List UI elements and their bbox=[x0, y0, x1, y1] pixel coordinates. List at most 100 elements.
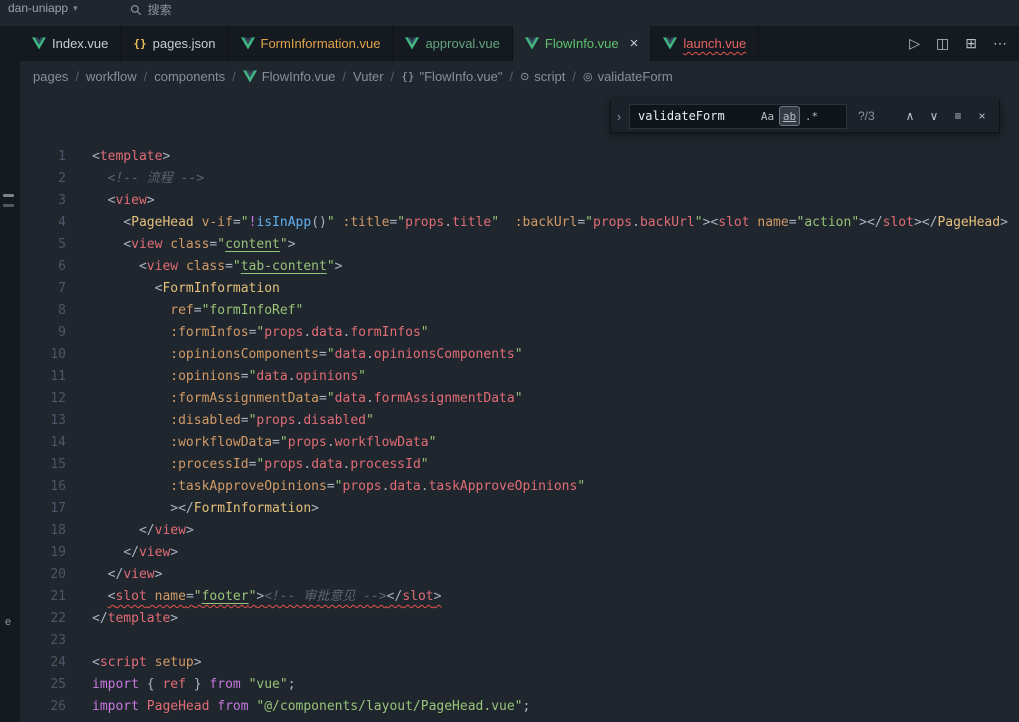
find-in-selection-button[interactable]: ≡ bbox=[947, 105, 969, 127]
line-number: 9 bbox=[20, 322, 66, 344]
tab-FlowInfo.vue[interactable]: FlowInfo.vue× bbox=[513, 26, 651, 61]
find-results-count: ?/3 bbox=[858, 109, 886, 123]
line-number: 18 bbox=[20, 520, 66, 542]
line-number: 6 bbox=[20, 256, 66, 278]
title-bar: dan-uniapp ▾ 搜索 bbox=[0, 0, 1019, 26]
tab-FormInformation.vue[interactable]: FormInformation.vue bbox=[229, 26, 394, 61]
breadcrumb-label: workflow bbox=[86, 69, 137, 84]
tab-close-icon[interactable]: × bbox=[630, 36, 639, 51]
editor-layout-icon[interactable]: ⊞ bbox=[965, 35, 977, 52]
find-input-box: Aa ab .* bbox=[629, 104, 847, 129]
line-content: <view class="tab-content"> bbox=[92, 256, 342, 278]
breadcrumb-separator: / bbox=[572, 69, 576, 84]
symbol-symbol-icon: ⊙ bbox=[520, 70, 529, 83]
code-area[interactable]: 1<template>2 <!-- 流程 -->3 <view>4 <PageH… bbox=[20, 92, 1019, 718]
code-line: 5 <view class="content"> bbox=[20, 234, 1019, 256]
tab-label: pages.json bbox=[153, 36, 216, 51]
breadcrumb-item-workflow[interactable]: workflow bbox=[86, 69, 137, 84]
line-content: import PageHead from "@/components/layou… bbox=[92, 696, 530, 718]
search-label: 搜索 bbox=[148, 1, 172, 18]
line-number: 2 bbox=[20, 168, 66, 190]
code-line: 20 </view> bbox=[20, 564, 1019, 586]
code-line: 8 ref="formInfoRef" bbox=[20, 300, 1019, 322]
chevron-down-icon: ▾ bbox=[73, 3, 78, 14]
line-number: 11 bbox=[20, 366, 66, 388]
tab-launch.vue[interactable]: launch.vue bbox=[651, 26, 759, 61]
code-line: 26 import PageHead from "@/components/lay… bbox=[20, 696, 1019, 718]
editor[interactable]: › Aa ab .* ?/3 ∧ ∨ ≡ × 1<template>2 <!--… bbox=[20, 92, 1019, 722]
find-next-button[interactable]: ∨ bbox=[923, 105, 945, 127]
code-line: 2 <!-- 流程 --> bbox=[20, 168, 1019, 190]
line-content: :processId="props.data.processId" bbox=[92, 454, 429, 476]
tab-label: approval.vue bbox=[425, 36, 499, 51]
breadcrumb-label: script bbox=[534, 69, 565, 84]
line-content: </view> bbox=[92, 542, 178, 564]
vue-icon bbox=[663, 37, 677, 50]
line-number: 14 bbox=[20, 432, 66, 454]
breadcrumb-label: Vuter bbox=[353, 69, 384, 84]
breadcrumb-item-validateForm[interactable]: ◎validateForm bbox=[583, 69, 673, 84]
find-previous-button[interactable]: ∧ bbox=[899, 105, 921, 127]
tabs: Index.vue{}pages.json FormInformation.vue… bbox=[20, 26, 759, 61]
run-icon[interactable]: ▷ bbox=[909, 35, 920, 52]
code-line: 13 :disabled="props.disabled" bbox=[20, 410, 1019, 432]
breadcrumb-label: FlowInfo.vue bbox=[262, 69, 336, 84]
code-line: 11 :opinions="data.opinions" bbox=[20, 366, 1019, 388]
line-number: 7 bbox=[20, 278, 66, 300]
line-content: <slot name="footer"><!-- 审批意见 --></slot> bbox=[92, 586, 441, 608]
split-editor-icon[interactable]: ◫ bbox=[936, 35, 949, 52]
line-number: 13 bbox=[20, 410, 66, 432]
code-line: 22</template> bbox=[20, 608, 1019, 630]
more-actions-icon[interactable]: ⋯ bbox=[993, 35, 1007, 52]
breadcrumb-item-Vuter[interactable]: Vuter bbox=[353, 69, 384, 84]
tab-pages.json[interactable]: {}pages.json bbox=[121, 26, 228, 61]
line-content: :taskApproveOpinions="props.data.taskApp… bbox=[92, 476, 585, 498]
find-close-button[interactable]: × bbox=[971, 105, 993, 127]
line-content: <PageHead v-if="!isInApp()" :title="prop… bbox=[92, 212, 1008, 234]
code-line: 25import { ref } from "vue"; bbox=[20, 674, 1019, 696]
breadcrumb-item-pages[interactable]: pages bbox=[33, 69, 68, 84]
line-content: :workflowData="props.workflowData" bbox=[92, 432, 436, 454]
line-number: 21 bbox=[20, 586, 66, 608]
breadcrumb-separator: / bbox=[232, 69, 236, 84]
find-expand-toggle[interactable]: › bbox=[611, 100, 627, 132]
tab-actions: ▷ ◫ ⊞ ⋯ bbox=[897, 26, 1019, 61]
find-query-input[interactable] bbox=[638, 109, 756, 123]
tab-label: FormInformation.vue bbox=[261, 36, 381, 51]
line-content: </template> bbox=[92, 608, 178, 630]
line-number: 23 bbox=[20, 630, 66, 652]
line-number: 1 bbox=[20, 146, 66, 168]
find-widget: › Aa ab .* ?/3 ∧ ∨ ≡ × bbox=[610, 100, 1000, 133]
code-line: 21 <slot name="footer"><!-- 审批意见 --></sl… bbox=[20, 586, 1019, 608]
strip-mark bbox=[3, 204, 14, 207]
line-number: 5 bbox=[20, 234, 66, 256]
line-content: :opinionsComponents="data.opinionsCompon… bbox=[92, 344, 523, 366]
regex-button[interactable]: .* bbox=[801, 106, 822, 126]
tab-Index.vue[interactable]: Index.vue bbox=[20, 26, 121, 61]
line-content: </view> bbox=[92, 520, 194, 542]
breadcrumb: pages / workflow / components / FlowInfo.vue / V… bbox=[20, 61, 1019, 92]
breadcrumb-item-components[interactable]: components bbox=[154, 69, 225, 84]
breadcrumb-separator: / bbox=[144, 69, 148, 84]
main-row: e Index.vue{}pages.jsonFormInformation.v… bbox=[0, 26, 1019, 722]
breadcrumb-item-FlowInfo.vue[interactable]: {}"FlowInfo.vue" bbox=[401, 69, 502, 84]
command-center-search[interactable]: 搜索 bbox=[130, 0, 172, 18]
code-line: 9 :formInfos="props.data.formInfos" bbox=[20, 322, 1019, 344]
breadcrumb-item-FlowInfo.vue[interactable]: FlowInfo.vue bbox=[243, 69, 336, 84]
breadcrumb-label: pages bbox=[33, 69, 68, 84]
workspace-menu[interactable]: dan-uniapp ▾ bbox=[8, 0, 78, 15]
code-line: 4 <PageHead v-if="!isInApp()" :title="pr… bbox=[20, 212, 1019, 234]
code-line: 18 </view> bbox=[20, 520, 1019, 542]
breadcrumb-separator: / bbox=[342, 69, 346, 84]
tab-approval.vue[interactable]: approval.vue bbox=[393, 26, 512, 61]
breadcrumb-item-script[interactable]: ⊙ script bbox=[520, 69, 565, 84]
code-line: 1<template> bbox=[20, 146, 1019, 168]
match-case-button[interactable]: Aa bbox=[757, 106, 778, 126]
code-line: 3 <view> bbox=[20, 190, 1019, 212]
line-content: </view> bbox=[92, 564, 162, 586]
whole-word-button[interactable]: ab bbox=[779, 106, 800, 126]
line-number: 4 bbox=[20, 212, 66, 234]
workspace-name: dan-uniapp bbox=[8, 1, 68, 15]
line-number: 26 bbox=[20, 696, 66, 718]
code-line: 7 <FormInformation bbox=[20, 278, 1019, 300]
